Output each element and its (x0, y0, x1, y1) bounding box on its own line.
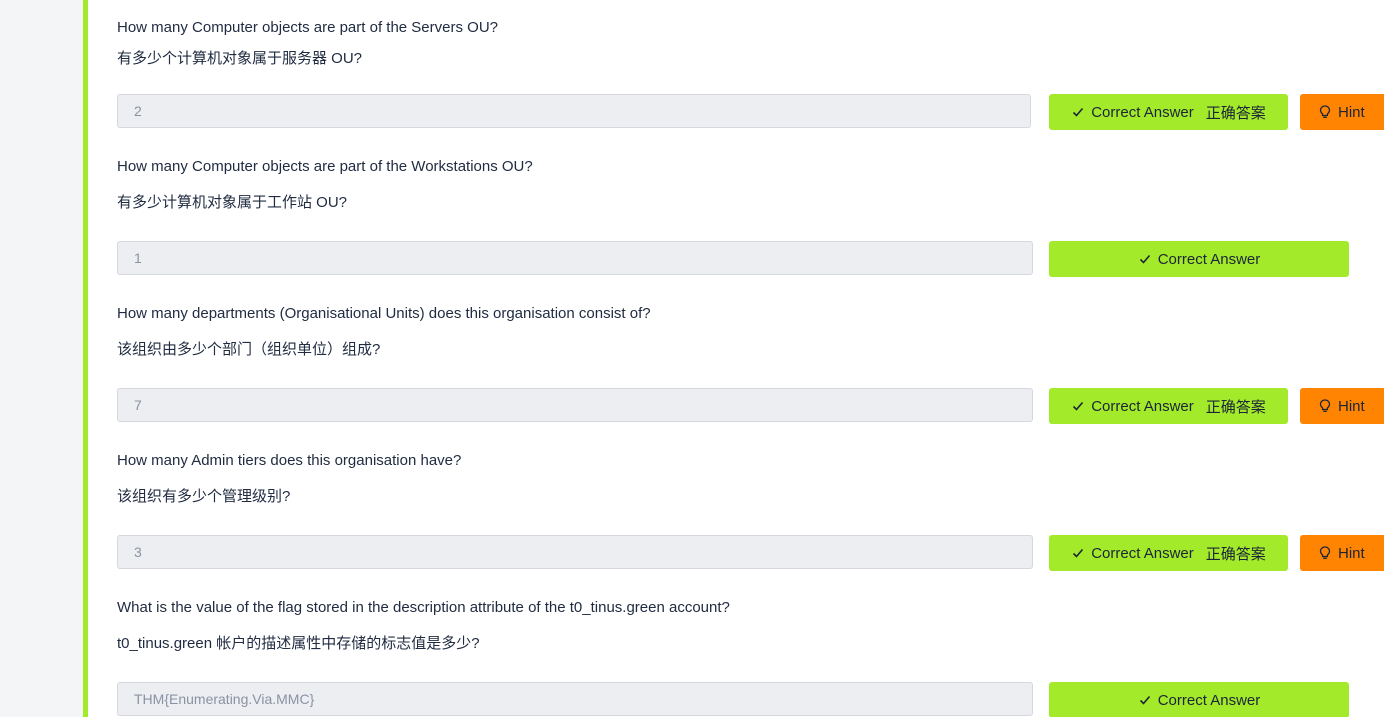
hint-label: Hint (1338, 544, 1365, 562)
left-gutter (0, 0, 83, 717)
correct-answer-button[interactable]: Correct Answer 正确答案 (1049, 388, 1288, 424)
question-text-zh: 该组织有多少个管理级别? (117, 488, 291, 505)
check-icon (1071, 399, 1085, 413)
correct-answer-button[interactable]: Correct Answer 正确答案 (1049, 94, 1288, 130)
answer-input[interactable] (117, 388, 1033, 422)
correct-answer-button[interactable]: Correct Answer (1049, 682, 1349, 717)
question-text-zh: 有多少计算机对象属于工作站 OU? (117, 194, 348, 211)
question-text-zh: t0_tinus.green 帐户的描述属性中存储的标志值是多少? (117, 635, 480, 652)
answer-input[interactable] (117, 241, 1033, 275)
answer-input[interactable] (117, 535, 1033, 569)
correct-answer-label-zh: 正确答案 (1205, 545, 1266, 563)
lightbulb-icon (1318, 546, 1332, 560)
correct-answer-label: Correct Answer (1091, 397, 1194, 415)
lightbulb-icon (1318, 399, 1332, 413)
correct-answer-label: Correct Answer (1091, 544, 1194, 562)
question-text-zh: 有多少个计算机对象属于服务器 OU? (117, 50, 363, 67)
question-text-en: How many Computer objects are part of th… (117, 19, 498, 36)
correct-answer-button[interactable]: Correct Answer (1049, 241, 1349, 277)
hint-label: Hint (1338, 397, 1365, 415)
hint-button[interactable]: Hint (1300, 535, 1388, 571)
check-icon (1071, 105, 1085, 119)
check-icon (1138, 252, 1152, 266)
correct-answer-label: Correct Answer (1091, 103, 1194, 121)
correct-answer-label-zh: 正确答案 (1205, 398, 1266, 416)
question-text-en: How many Computer objects are part of th… (117, 158, 533, 175)
correct-answer-label: Correct Answer (1157, 691, 1261, 709)
hint-label: Hint (1338, 103, 1365, 121)
answer-input[interactable] (117, 94, 1031, 128)
question-text-zh: 该组织由多少个部门（组织单位）组成? (117, 341, 381, 358)
lightbulb-icon (1318, 105, 1332, 119)
hint-button[interactable]: Hint (1300, 94, 1388, 130)
question-text-en: How many Admin tiers does this organisat… (117, 452, 462, 469)
check-icon (1071, 546, 1085, 560)
correct-answer-label-zh: 正确答案 (1205, 104, 1266, 122)
question-text-en: What is the value of the flag stored in … (117, 599, 730, 616)
scrollbar[interactable] (1384, 0, 1388, 717)
hint-button[interactable]: Hint (1300, 388, 1388, 424)
answer-input[interactable] (117, 682, 1033, 716)
task-page: How many Computer objects are part of th… (0, 0, 1388, 717)
check-icon (1138, 693, 1152, 707)
question-text-en: How many departments (Organisational Uni… (117, 305, 651, 322)
correct-answer-button[interactable]: Correct Answer 正确答案 (1049, 535, 1288, 571)
correct-answer-label: Correct Answer (1157, 250, 1261, 268)
